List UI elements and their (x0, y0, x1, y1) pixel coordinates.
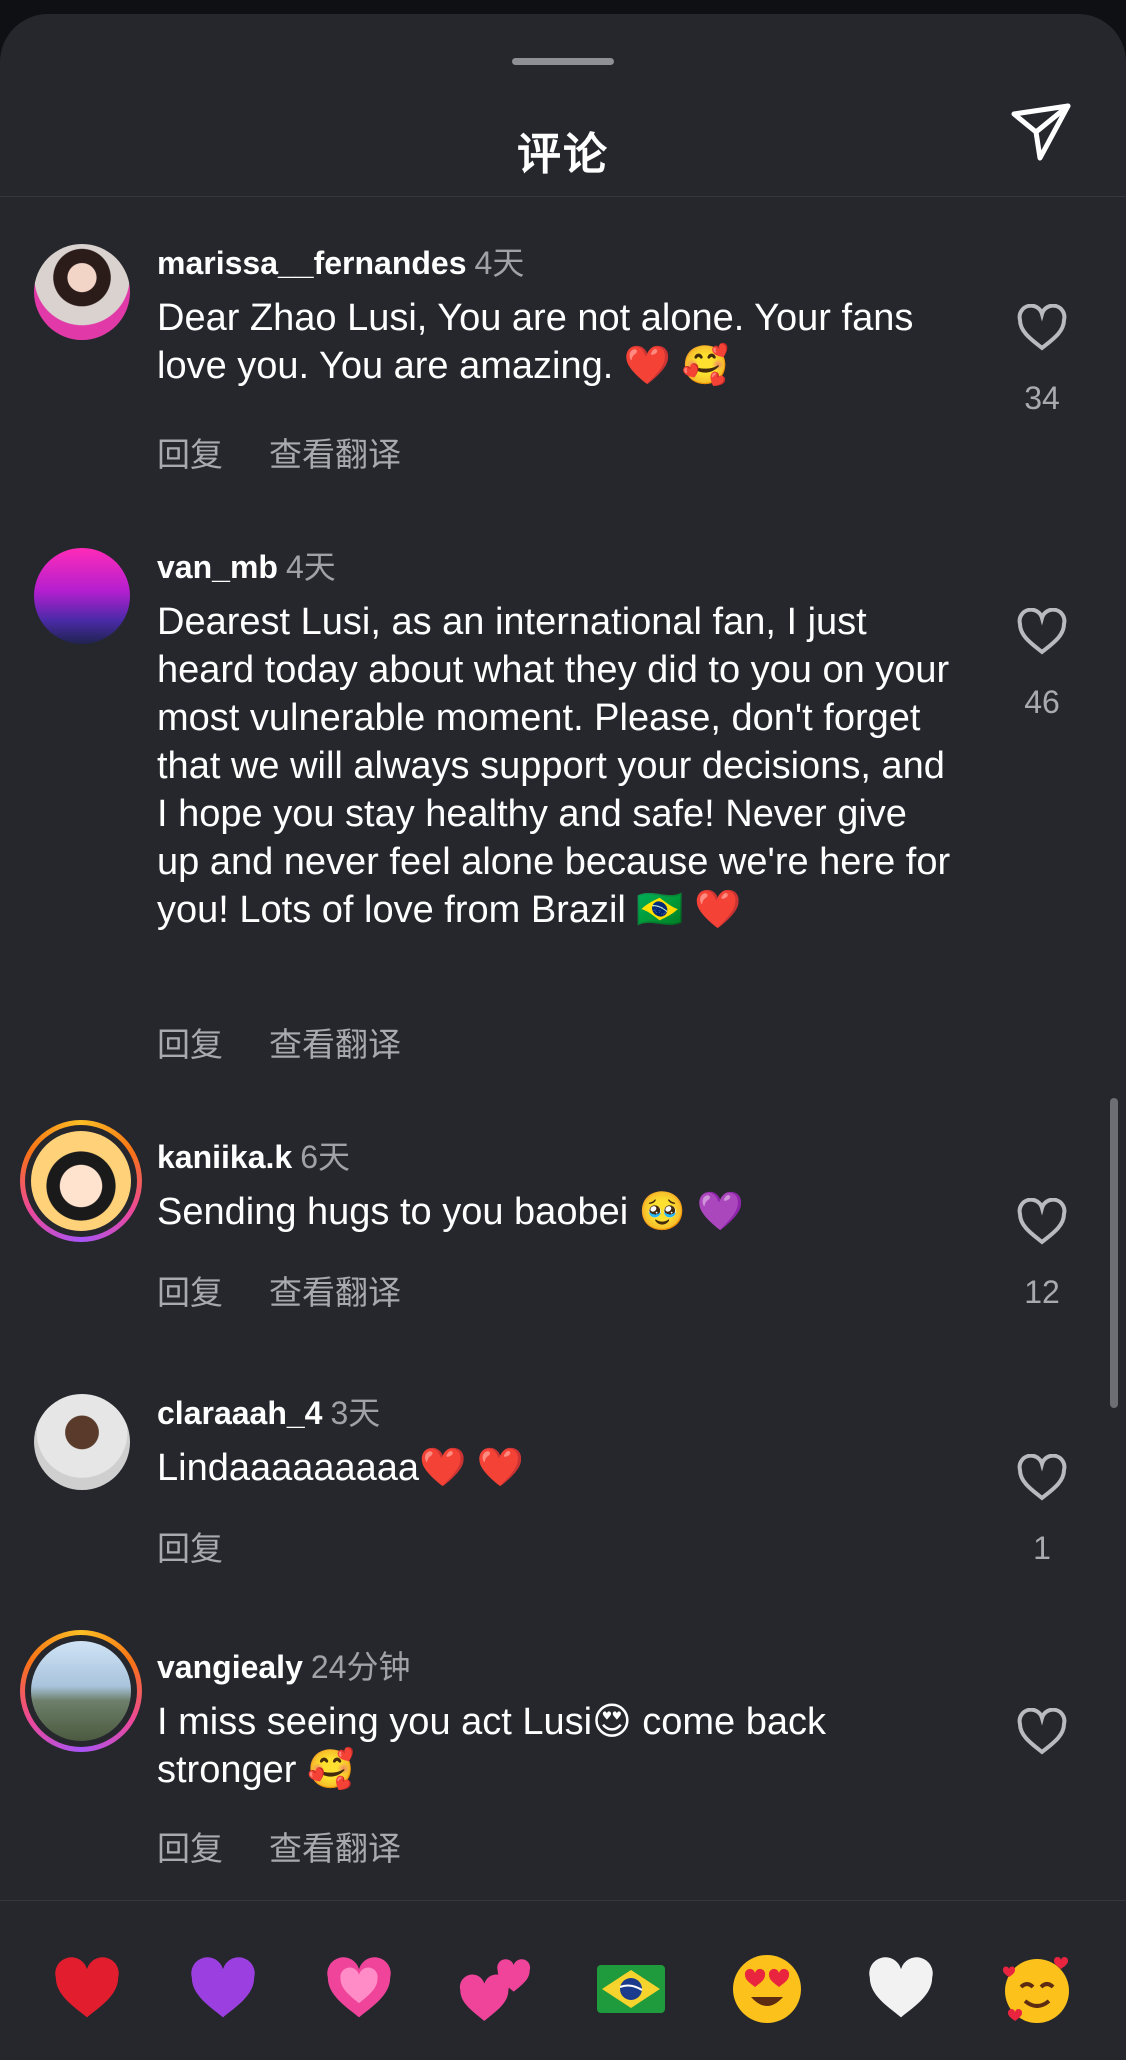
username[interactable]: kaniika.k (157, 1139, 292, 1175)
avatar[interactable] (34, 548, 136, 650)
comment-item: vangiealy 24分钟 I miss seeing you act Lusi… (0, 1630, 1126, 1878)
pink-heart-icon[interactable] (314, 1944, 404, 2034)
translate-button[interactable]: 查看翻译 (269, 1274, 401, 1311)
heart-icon[interactable] (1016, 1708, 1068, 1756)
heart-icon[interactable] (1016, 1198, 1068, 1246)
emoji-group: ❤️ ❤️ (419, 1447, 525, 1489)
page-title: 评论 (517, 130, 609, 179)
emoji-group: 🇧🇷 ❤️ (636, 889, 742, 931)
comment-item: kaniika.k 6天 Sending hugs to you baobei 🥹… (0, 1120, 1126, 1338)
comment-actions: 回复 查看翻译 (157, 1822, 447, 1870)
like-count: 34 (1024, 380, 1060, 416)
emoji-group: ❤️ 🥰 (623, 345, 730, 387)
emoji-group: 🥹 💜 (638, 1191, 744, 1233)
like-count: 12 (1024, 1274, 1060, 1310)
comment-meta: van_mb 4天 (157, 548, 336, 586)
heart-eyes-icon[interactable] (722, 1944, 812, 2034)
smiling-hearts-icon[interactable] (992, 1944, 1082, 2034)
comment-item: van_mb 4天 Dearest Lusi, as an internation… (0, 548, 1126, 1068)
timestamp: 4天 (285, 549, 336, 585)
timestamp: 4天 (474, 245, 525, 281)
drag-handle[interactable] (512, 58, 614, 65)
comment-text: Lindaaaaaaaaa❤️ ❤️ (157, 1447, 525, 1489)
comment-meta: kaniika.k 6天 (157, 1138, 350, 1176)
like-count: 46 (1024, 684, 1060, 720)
translate-button[interactable]: 查看翻译 (269, 1830, 401, 1867)
timestamp: 24分钟 (310, 1649, 411, 1685)
header-divider (0, 196, 1126, 197)
like-count: 1 (1033, 1530, 1051, 1566)
heart-icon[interactable] (1016, 304, 1068, 352)
comment-text: Dearest Lusi, as an international fan, I… (157, 601, 961, 931)
username[interactable]: vangiealy (157, 1649, 303, 1685)
reply-button[interactable]: 回复 (157, 1830, 223, 1867)
username[interactable]: van_mb (157, 549, 278, 585)
comment-text: I miss seeing you act Lusi😍 come back st… (157, 1701, 837, 1791)
scrollbar[interactable] (1110, 1098, 1118, 1408)
username[interactable]: claraaah_4 (157, 1395, 322, 1431)
comments-sheet: 评论 marissa__fernandes 4天 Dear Zhao Lusi, … (0, 14, 1126, 2060)
brazil-flag-icon[interactable] (586, 1944, 676, 2034)
translate-button[interactable]: 查看翻译 (269, 436, 401, 473)
comment-actions: 回复 查看翻译 (157, 428, 447, 476)
comment-text: Dear Zhao Lusi, You are not alone. Your … (157, 297, 924, 387)
comment-actions: 回复 (157, 1522, 269, 1570)
avatar[interactable] (20, 1630, 142, 1752)
comment-item: claraaah_4 3天 Lindaaaaaaaaa❤️ ❤️ 回复 1 (0, 1394, 1126, 1594)
emoji-bar-divider (0, 1900, 1126, 1901)
reply-button[interactable]: 回复 (157, 1026, 223, 1063)
avatar[interactable] (20, 1120, 142, 1242)
heart-icon[interactable] (1016, 1454, 1068, 1502)
comment-meta: claraaah_4 3天 (157, 1394, 380, 1432)
avatar[interactable] (34, 1394, 136, 1496)
comment-meta: vangiealy 24分钟 (157, 1648, 410, 1686)
red-heart-icon[interactable] (42, 1944, 132, 2034)
reply-button[interactable]: 回复 (157, 436, 223, 473)
paper-plane-icon[interactable] (1006, 98, 1076, 168)
comment-actions: 回复 查看翻译 (157, 1018, 447, 1066)
heart-icon[interactable] (1016, 608, 1068, 656)
comment-item: marissa__fernandes 4天 Dear Zhao Lusi, You… (0, 244, 1126, 474)
timestamp: 3天 (330, 1395, 381, 1431)
purple-heart-icon[interactable] (178, 1944, 268, 2034)
translate-button[interactable]: 查看翻译 (269, 1026, 401, 1063)
comment-meta: marissa__fernandes 4天 (157, 244, 524, 282)
username[interactable]: marissa__fernandes (157, 245, 467, 281)
reply-button[interactable]: 回复 (157, 1530, 223, 1567)
comment-text: Sending hugs to you baobei 🥹 💜 (157, 1191, 744, 1233)
quick-emoji-bar: ❤️ 💜 💗 💕 🇧🇷 😍 🤍 🥰 (0, 1944, 1126, 2034)
comment-actions: 回复 查看翻译 (157, 1266, 447, 1314)
two-hearts-icon[interactable] (450, 1944, 540, 2034)
timestamp: 6天 (300, 1139, 351, 1175)
avatar[interactable] (34, 244, 136, 346)
reply-button[interactable]: 回复 (157, 1274, 223, 1311)
white-heart-icon[interactable] (856, 1944, 946, 2034)
